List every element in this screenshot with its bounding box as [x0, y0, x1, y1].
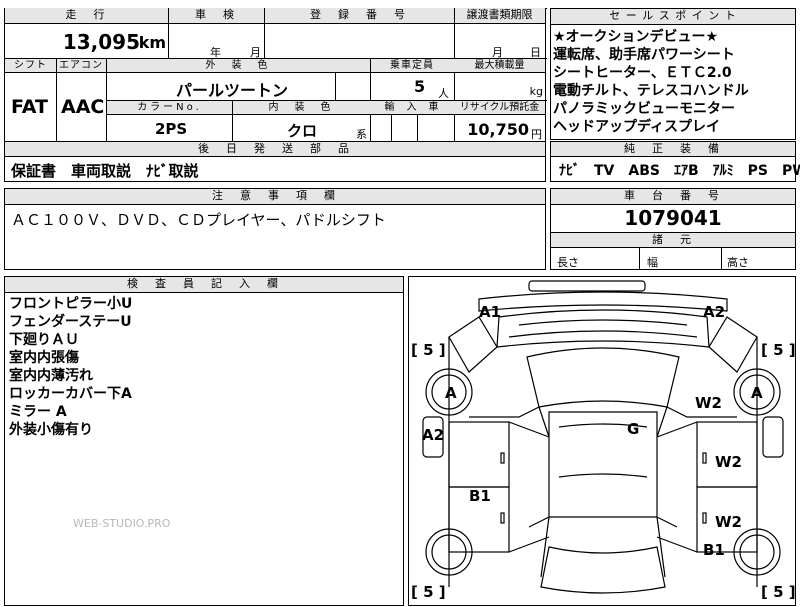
- tread-rr: [ 5 ]: [761, 583, 796, 601]
- car-diagram: A1 A2 A A W2 A2 G W2 B1 W2 B1 [ 5 ] [ 5 …: [411, 280, 796, 601]
- recycle-unit: 円: [531, 128, 542, 141]
- height-label: 高さ: [727, 256, 749, 269]
- inspector-line: 下廻りＡＵ: [9, 332, 79, 348]
- mark-a2-top: A2: [703, 303, 725, 321]
- later-parts-value: 保証書 車両取説 ﾅﾋﾞ取説: [11, 162, 199, 180]
- mark-w2-3: W2: [715, 513, 742, 531]
- mark-b1-left: B1: [469, 487, 491, 505]
- sales-points-box: セ ー ル ス ポ イ ン ト ★オークションデビュー★ 運転席、助手席パワーシ…: [550, 8, 796, 140]
- sales-point-line: パノラミックビューモニター: [553, 101, 735, 117]
- interior-header: 内 装 色: [232, 101, 370, 115]
- mark-w2-1: W2: [695, 394, 722, 412]
- equipment-header: 純 正 装 備: [551, 142, 795, 157]
- sales-point-line: 電動チルト、テレスコハンドル: [553, 83, 749, 99]
- interior-value: クロ: [287, 122, 318, 140]
- mileage-header: 走 行: [5, 8, 168, 24]
- later-parts-box: 後 日 発 送 部 品 保証書 車両取説 ﾅﾋﾞ取説: [4, 141, 546, 182]
- recycle-header: リサイクル預託金: [454, 101, 545, 115]
- import-header: 輸 入 車: [370, 101, 454, 115]
- equipment-value: ﾅﾋﾞ TV ABS ｴｱB ｱﾙﾐ PS PW: [559, 163, 800, 179]
- inspector-line: ミラー A: [9, 404, 67, 420]
- mark-w2-2: W2: [715, 453, 742, 471]
- tread-rl: [ 5 ]: [411, 583, 446, 601]
- exterior-header: 外 装 色: [106, 59, 370, 73]
- mark-tire-fl: A: [445, 384, 457, 402]
- watermark: WEB-STUDIO.PRO: [73, 517, 171, 530]
- inspector-box: 検 査 員 記 入 欄 フロントピラー小U フェンダーステーU 下廻りＡＵ 室内…: [4, 276, 404, 606]
- front-bumper: [478, 291, 728, 312]
- tread-fr: [ 5 ]: [761, 341, 796, 359]
- registration-header: 登 録 番 号: [264, 8, 454, 24]
- mileage-value: 13,095: [62, 30, 140, 54]
- windshield: [526, 347, 680, 408]
- capacity-header: 乗車定員: [370, 59, 454, 73]
- car-diagram-box: A1 A2 A A W2 A2 G W2 B1 W2 B1 [ 5 ] [ 5 …: [408, 276, 796, 606]
- sales-point-line: シートヒーター、ＥＴＣ2.0: [553, 65, 732, 81]
- notes-box: 注 意 事 項 欄 ＡＣ１００Ｖ、ＤＶＤ、ＣＤプレイヤー、パドルシフト: [4, 188, 546, 270]
- chassis-header: 車 台 番 号: [551, 189, 795, 205]
- notes-header: 注 意 事 項 欄: [5, 189, 545, 205]
- sales-point-line: 運転席、助手席パワーシート: [553, 47, 735, 63]
- sales-point-line: ★オークションデビュー★: [553, 29, 719, 45]
- sales-points-header: セ ー ル ス ポ イ ン ト: [551, 9, 795, 25]
- sales-point-line: ヘッドアップディスプレイ: [553, 119, 721, 135]
- mark-a1: A1: [479, 303, 501, 321]
- hood: [496, 309, 710, 348]
- rear-window: [540, 546, 666, 594]
- ac-value: AAC: [61, 96, 105, 118]
- inspector-line: 室内内薄汚れ: [9, 368, 93, 384]
- shift-value: FAT: [11, 96, 48, 118]
- equipment-box: 純 正 装 備 ﾅﾋﾞ TV ABS ｴｱB ｱﾙﾐ PS PW: [550, 141, 800, 182]
- inspector-line: ロッカーカバー下A: [9, 386, 132, 402]
- tread-fl: [ 5 ]: [411, 341, 446, 359]
- inspector-line: 室内内張傷: [9, 350, 79, 366]
- right-mirror: [762, 416, 784, 458]
- mark-b1-right: B1: [703, 541, 725, 559]
- left-body: [448, 316, 498, 373]
- interior-suffix: 系: [356, 128, 367, 141]
- chassis-value: 1079041: [624, 206, 722, 230]
- color-no-value: 2PS: [155, 120, 188, 138]
- roof: [548, 411, 658, 518]
- inspector-line: 外装小傷有り: [9, 422, 93, 438]
- recycle-value: 10,750: [467, 120, 529, 139]
- dims-header: 諸 元: [551, 232, 795, 248]
- length-label: 長さ: [557, 256, 579, 269]
- color-no-header: カラーNo.: [107, 101, 232, 115]
- shift-header: シフト: [5, 59, 56, 73]
- notes-value: ＡＣ１００Ｖ、ＤＶＤ、ＣＤプレイヤー、パドルシフト: [11, 211, 386, 229]
- mileage-unit: km: [138, 33, 166, 52]
- right-body: [708, 316, 758, 373]
- ac-header: エアコン: [56, 59, 106, 73]
- mark-g: G: [627, 420, 639, 438]
- inspector-header: 検 査 員 記 入 欄: [5, 277, 403, 293]
- vehicle-info-table: 走 行 車 検 登 録 番 号 譲渡書類期限 13,095 km 年 月 月 日…: [4, 8, 547, 142]
- mark-tire-fr: A: [751, 384, 763, 402]
- later-parts-header: 後 日 発 送 部 品: [5, 142, 545, 157]
- left-front-door: [448, 421, 510, 488]
- transfer-header: 譲渡書類期限: [454, 8, 545, 24]
- capacity-unit: 人: [438, 87, 449, 100]
- mark-a2-left: A2: [422, 426, 444, 444]
- chassis-box: 車 台 番 号 1079041 諸 元 長さ 幅 高さ: [550, 188, 796, 270]
- exterior-value: パールツートン: [176, 81, 289, 100]
- width-label: 幅: [647, 256, 658, 269]
- inspector-line: フェンダーステーU: [9, 314, 132, 330]
- inspector-line: フロントピラー小U: [9, 296, 133, 312]
- capacity-value: 5: [414, 77, 426, 96]
- top-bar: [528, 280, 646, 292]
- load-header: 最大積載量: [454, 59, 545, 73]
- inspection-header: 車 検: [168, 8, 264, 24]
- load-unit: kg: [529, 85, 543, 98]
